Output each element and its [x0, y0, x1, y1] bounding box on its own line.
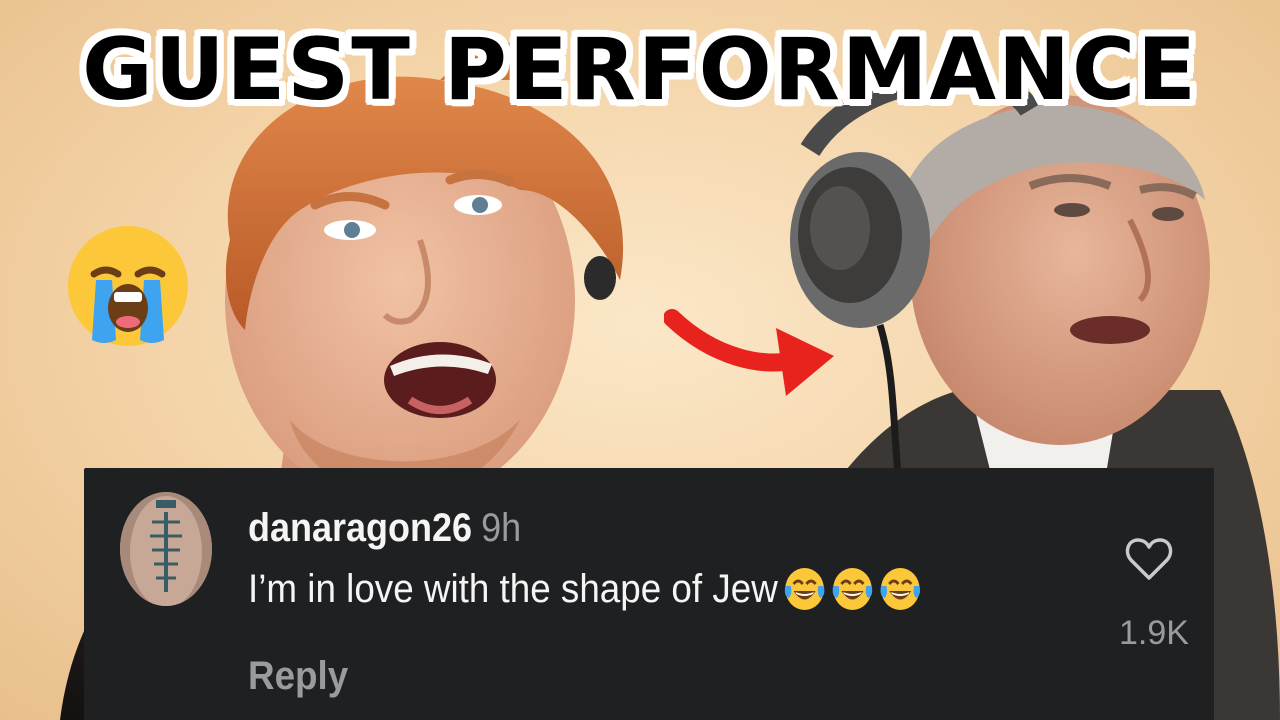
tears-of-joy-emoji-icon: [832, 568, 873, 610]
tears-of-joy-emoji-icon: [880, 568, 920, 610]
red-arrow: [664, 309, 834, 396]
comment-timestamp: 9h: [481, 506, 522, 550]
video-thumbnail: GUEST PERFORMANCE danaragon26 9h I’m in l…: [0, 0, 1280, 720]
comment-card: danaragon26 9h I’m in love with the shape…: [84, 468, 1214, 720]
avatar[interactable]: [120, 492, 212, 606]
avatar-image: [120, 492, 212, 606]
comment-text: I’m in love with the shape of Jew: [248, 566, 778, 611]
like-count: 1.9K: [1119, 614, 1189, 652]
thumbnail-headline: GUEST PERFORMANCE: [82, 20, 1198, 120]
reply-button[interactable]: Reply: [248, 654, 348, 699]
loudly-crying-face-icon: [68, 226, 188, 346]
comment-body: I’m in love with the shape of Jew: [248, 566, 921, 612]
tears-of-joy-emoji-icon: [784, 568, 825, 610]
heart-outline-icon[interactable]: [1124, 536, 1174, 582]
comment-header: danaragon26 9h: [248, 506, 521, 551]
comment-username[interactable]: danaragon26: [248, 506, 472, 550]
